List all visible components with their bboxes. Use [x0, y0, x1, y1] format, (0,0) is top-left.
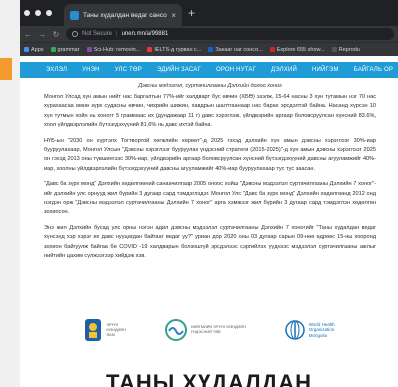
who-emblem-icon	[285, 320, 305, 340]
browser-tab[interactable]: Таны хүдалдан ведаг сансо... ×	[64, 4, 182, 26]
bookmark-explore[interactable]: Explore 655 show...	[269, 47, 325, 53]
nav-item-society[interactable]: НИЙГЭМ	[312, 67, 339, 73]
bookmark-scihub[interactable]: Sci-Hub: removin...	[86, 47, 140, 53]
bookmark-ielts[interactable]: IELTS-д гурван с...	[147, 47, 201, 53]
state-emblem-icon	[85, 319, 102, 341]
bookmark-reprodu[interactable]: Reprodu	[331, 47, 360, 53]
logo-text-line: Mongolia	[308, 332, 328, 338]
nav-item-politics[interactable]: УЛС ТӨР	[115, 67, 142, 73]
site-navigation: ЭХЛЭЛ УНЭН УЛС ТӨР ЭДИЙН ЗАСАГ ОРОН НУТА…	[20, 62, 398, 78]
tab-title: Таны хүдалдан ведаг сансо...	[83, 11, 168, 19]
bookmark-favicon-icon	[147, 47, 153, 52]
close-window-button[interactable]	[24, 10, 30, 16]
image-caption: Дэвсны мэдээлэл, суртачилгааны Дэлхийн д…	[138, 83, 282, 89]
tab-close-icon[interactable]: ×	[171, 11, 176, 20]
article-paragraph: Монгол Улсад хүн амын нийт нас баргалтын…	[44, 94, 376, 129]
nav-item-home[interactable]: ЭХЛЭЛ	[46, 67, 67, 73]
bookmark-favicon-icon	[86, 47, 92, 52]
nav-item-economy[interactable]: ЭДИЙН ЗАСАГ	[157, 67, 201, 73]
address-bar[interactable]: Not Secure | unen.mn/a/99881	[66, 28, 394, 40]
browser-window: Таны хүдалдан ведаг сансо... × + ← → ↻ N…	[20, 0, 398, 387]
bookmark-favicon-icon	[208, 47, 214, 52]
article-paragraph: НҮБ-ын "2030 он хүртэлх Тогтвортой хөгжл…	[44, 137, 376, 172]
logo-text-line: Organization	[308, 327, 335, 333]
bookmark-favicon-icon	[50, 47, 56, 52]
nav-item-unen[interactable]: УНЭН	[82, 67, 100, 73]
bookmark-favicon-icon	[269, 47, 275, 52]
ministry-of-health-logo: ЭРҮҮЛ МЭНДИЙН ЯАМ	[83, 317, 126, 343]
minimize-window-button[interactable]	[35, 10, 41, 16]
tab-strip: Таны хүдалдан ведаг сансо... × +	[20, 0, 398, 26]
new-tab-button[interactable]: +	[188, 6, 195, 20]
bookmark-zakaag[interactable]: Закааг нar сонсо...	[208, 47, 263, 53]
nav-item-world[interactable]: ДЭЛХИЙ	[271, 67, 297, 73]
bookmark-favicon-icon	[331, 47, 337, 52]
public-health-center-logo: НИЙГМИЙН ЭРҮҮЛ МЭНДИЙН ҮНДЭСНИЙ ТӨВ	[164, 319, 246, 341]
poster-heading: ТАНЫ ХҮДАЛДАН	[105, 370, 313, 387]
maximize-window-button[interactable]	[46, 10, 52, 16]
back-arrow-icon[interactable]: ←	[24, 30, 32, 39]
info-icon[interactable]	[72, 31, 78, 37]
navigation-bar: ← → ↻ Not Secure | unen.mn/a/99881	[20, 26, 398, 42]
article-paragraph: Энэ жил Дэлхийн бусад улс орны нэгэн ади…	[44, 224, 376, 260]
url-text[interactable]: unen.mn/a/99881	[122, 31, 169, 37]
security-status: Not Secure	[82, 31, 113, 37]
apps-grid-icon	[24, 47, 29, 52]
logo-text-line: ҮНДЭСНИЙ ТӨВ	[190, 330, 221, 334]
article-body: Дэвсны мэдээлэл, суртачилгааны Дэлхийн д…	[20, 78, 398, 262]
logo-text-line: МЭНДИЙН	[106, 327, 126, 332]
window-controls	[24, 10, 52, 16]
article-paragraph: "Давс ба зүрх монд" Дэлхийн хөдөлгөөний …	[44, 181, 376, 216]
who-logo: World Health Organization Mongolia	[284, 319, 335, 341]
reload-icon[interactable]: ↻	[52, 30, 60, 39]
partner-logos: ЭРҮҮЛ МЭНДИЙН ЯАМ НИЙГМИЙН ЭРҮҮЛ МЭНДИЙН…	[20, 310, 398, 350]
bookmark-grammar[interactable]: grammar	[50, 47, 80, 53]
bookmarks-bar: Apps grammar Sci-Hub: removin... IELTS-д…	[20, 42, 398, 56]
public-health-wave-icon	[164, 319, 187, 341]
logo-text-line: ЯАМ	[106, 332, 115, 337]
nav-item-local[interactable]: ОРОН НУТАГ	[216, 67, 256, 73]
nav-item-nature[interactable]: БАЙГАЛЬ ОР	[354, 67, 393, 73]
address-separator: |	[116, 31, 118, 37]
bookmark-apps[interactable]: Apps	[24, 47, 44, 53]
forward-arrow-icon[interactable]: →	[38, 30, 46, 39]
desktop-edge-accent	[0, 58, 12, 80]
site-favicon-icon	[70, 10, 79, 20]
